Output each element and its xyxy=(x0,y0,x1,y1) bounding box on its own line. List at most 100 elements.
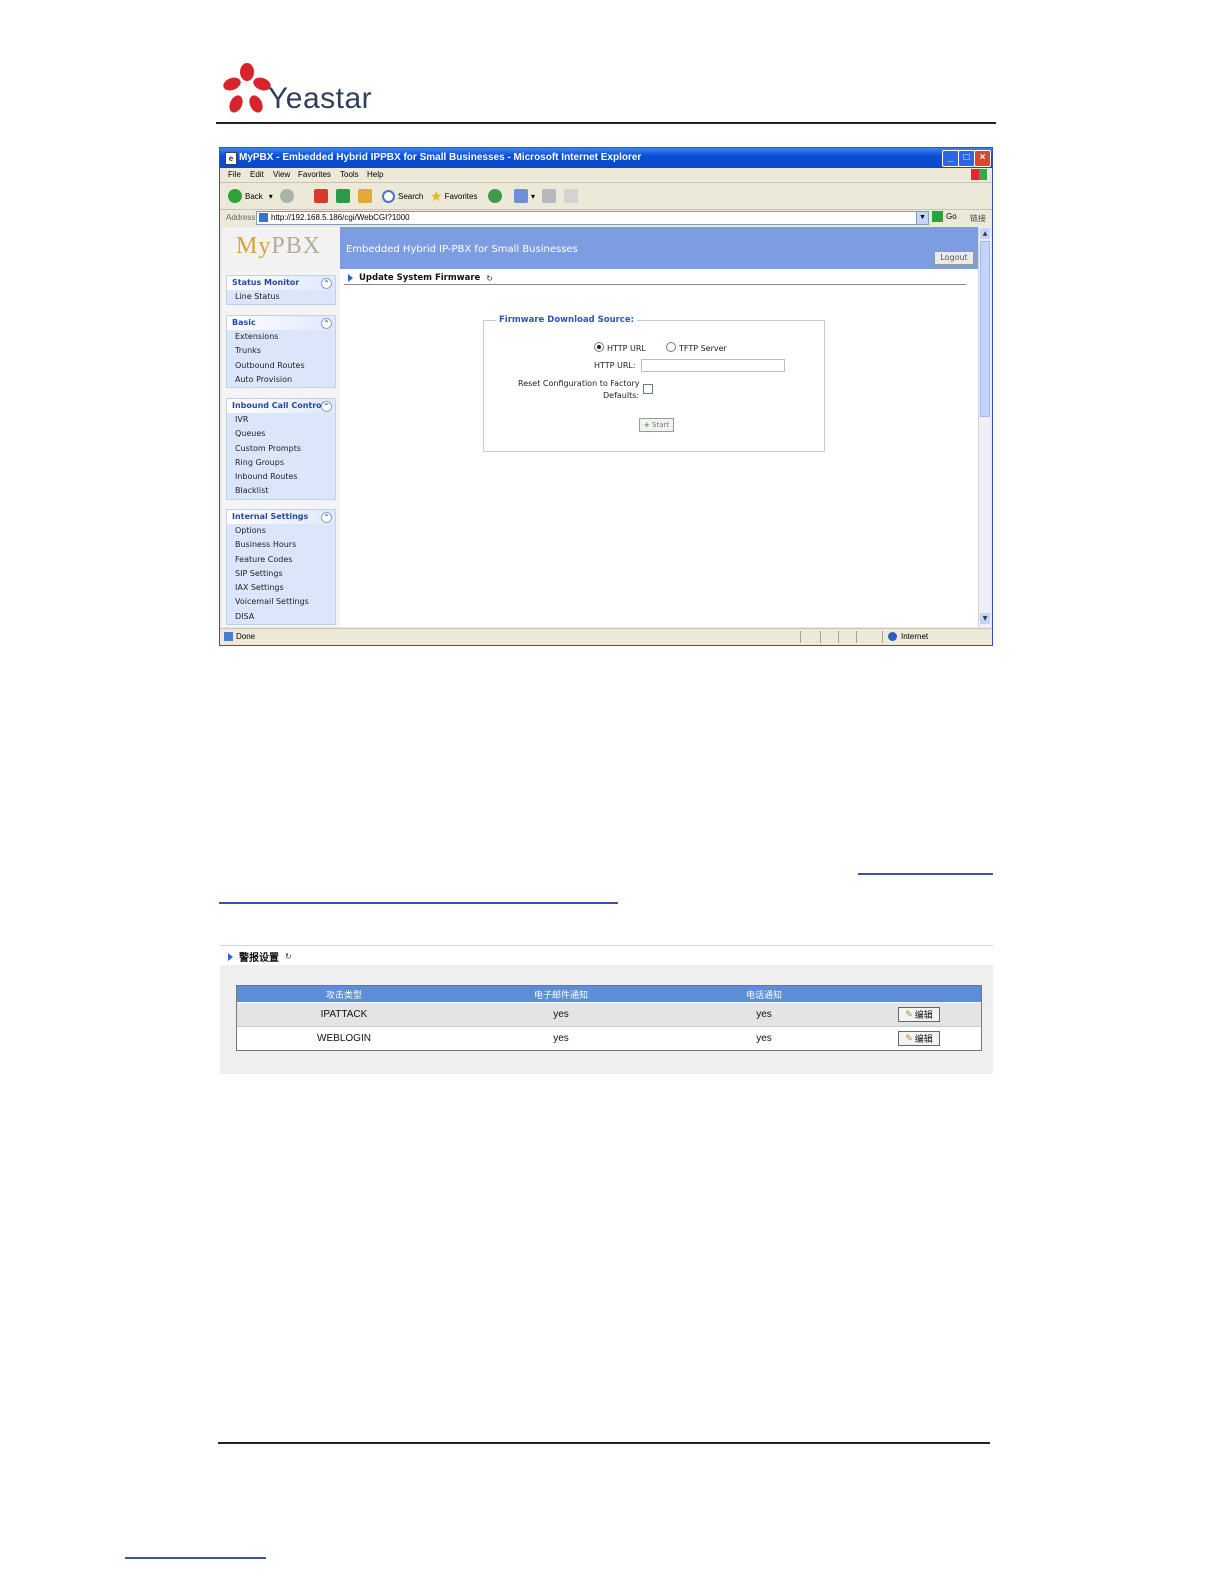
title-divider xyxy=(344,284,966,285)
address-text: http://192.168.5.186/cgi/WebCGI?1000 xyxy=(271,213,410,222)
page-title: Update System Firmware ↻ xyxy=(348,273,493,283)
footer-rule xyxy=(218,1442,990,1444)
sidebar-item-ring-groups[interactable]: Ring Groups xyxy=(227,456,335,470)
stop-button[interactable] xyxy=(314,188,331,204)
hyperlink-underline[interactable] xyxy=(858,873,993,875)
yeastar-wordmark: Yeastar xyxy=(268,82,373,115)
links-label[interactable]: 链接 xyxy=(970,213,986,224)
hyperlink-underline[interactable] xyxy=(219,902,618,904)
yeastar-flower-icon xyxy=(223,63,271,113)
internet-globe-icon xyxy=(888,632,897,641)
pencil-icon: ✎ xyxy=(905,1033,913,1043)
close-button[interactable]: × xyxy=(974,150,991,167)
sidebar-item-business-hours[interactable]: Business Hours xyxy=(227,538,335,552)
refresh-button[interactable] xyxy=(336,188,353,204)
history-button[interactable] xyxy=(488,188,505,204)
collapse-icon[interactable]: ^ xyxy=(321,318,332,329)
sidebar-item-feature-codes[interactable]: Feature Codes xyxy=(227,553,335,567)
refresh-icon[interactable]: ↻ xyxy=(285,952,292,961)
phone-cell: yes xyxy=(756,1009,772,1020)
menu-view[interactable]: View xyxy=(273,170,290,179)
browser-toolbar: Back ▾ Search ★ Favorites ▾ xyxy=(220,183,992,210)
mail-button[interactable]: ▾ xyxy=(514,188,535,204)
search-button[interactable]: Search xyxy=(382,188,423,204)
maximize-button[interactable]: □ xyxy=(958,150,975,167)
menu-favorites[interactable]: Favorites xyxy=(298,170,331,179)
scroll-down-icon[interactable]: ▼ xyxy=(980,613,990,624)
favorites-button[interactable]: ★ Favorites xyxy=(430,188,477,204)
pencil-icon: ✎ xyxy=(905,1009,913,1019)
sidebar-item-line-status[interactable]: Line Status xyxy=(227,290,335,304)
sidebar-item-iax-settings[interactable]: IAX Settings xyxy=(227,581,335,595)
home-button[interactable] xyxy=(358,188,375,204)
sidebar-item-options[interactable]: Options xyxy=(227,524,335,538)
ie-page-icon: e xyxy=(225,152,237,165)
go-button[interactable]: Go xyxy=(932,211,957,222)
http-url-radio[interactable] xyxy=(594,342,604,352)
edit-button[interactable]: ✎ 编辑 xyxy=(898,1031,940,1046)
edit-page-button[interactable] xyxy=(564,188,581,204)
vertical-scrollbar[interactable]: ▲ ▼ xyxy=(978,227,991,627)
print-button[interactable] xyxy=(542,188,559,204)
scroll-up-icon[interactable]: ▲ xyxy=(980,228,990,239)
header-rule xyxy=(216,122,996,124)
back-dropdown-icon[interactable]: ▾ xyxy=(269,192,273,201)
back-label: Back xyxy=(245,191,263,201)
firmware-legend: Firmware Download Source: xyxy=(496,315,638,325)
sidebar-item-outbound-routes[interactable]: Outbound Routes xyxy=(227,359,335,373)
back-button[interactable]: Back ▾ xyxy=(228,188,273,204)
sidebar-item-extensions[interactable]: Extensions xyxy=(227,330,335,344)
search-icon xyxy=(382,189,395,203)
sidebar-item-voicemail-settings[interactable]: Voicemail Settings xyxy=(227,595,335,609)
sidebar-item-trunks[interactable]: Trunks xyxy=(227,344,335,358)
sidebar-section-internal-settings: Internal Settings ^ Options Business Hour… xyxy=(226,509,336,626)
go-label: Go xyxy=(946,212,957,221)
column-header-attack-type: 攻击类型 xyxy=(325,990,362,1001)
collapse-icon[interactable]: ^ xyxy=(321,512,332,523)
edit-button[interactable]: ✎ 编辑 xyxy=(898,1007,940,1022)
menu-tools[interactable]: Tools xyxy=(340,170,359,179)
status-divider xyxy=(882,631,883,643)
collapse-icon[interactable]: ^ xyxy=(321,278,332,289)
tftp-server-radio[interactable] xyxy=(666,342,676,352)
menu-help[interactable]: Help xyxy=(367,170,383,179)
collapse-icon[interactable]: ^ xyxy=(321,401,332,412)
footer-link-underline[interactable] xyxy=(125,1557,266,1559)
address-dropdown-icon[interactable]: ▼ xyxy=(916,211,929,225)
menu-file[interactable]: File xyxy=(228,170,241,179)
tftp-server-option[interactable]: TFTP Server xyxy=(666,342,727,353)
edit-page-icon xyxy=(564,189,578,203)
sidebar-section-title[interactable]: Inbound Call Control ^ xyxy=(227,399,335,413)
sidebar-section-title[interactable]: Basic ^ xyxy=(227,316,335,330)
reset-factory-checkbox[interactable] xyxy=(643,384,653,394)
refresh-icon[interactable]: ↻ xyxy=(486,274,493,283)
address-input[interactable]: http://192.168.5.186/cgi/WebCGI?1000 xyxy=(256,211,928,225)
favorites-label: Favorites xyxy=(444,191,478,201)
page-viewport: MyPBX Embedded Hybrid IP-PBX for Small B… xyxy=(222,227,980,627)
menu-edit[interactable]: Edit xyxy=(250,170,264,179)
sidebar-item-disa[interactable]: DISA xyxy=(227,610,335,624)
start-button[interactable]: + Start xyxy=(639,418,674,432)
table-row: WEBLOGIN yes yes ✎ 编辑 xyxy=(237,1026,981,1050)
history-icon xyxy=(488,189,502,203)
sidebar-section-status-monitor: Status Monitor ^ Line Status xyxy=(226,275,336,306)
http-url-input[interactable] xyxy=(641,359,785,372)
status-bar: Done Internet xyxy=(220,628,992,645)
scroll-thumb[interactable] xyxy=(980,241,990,417)
table-header: 攻击类型 电子邮件通知 电话通知 xyxy=(237,986,981,1002)
sidebar-section-title[interactable]: Status Monitor ^ xyxy=(227,276,335,290)
sidebar-item-auto-provision[interactable]: Auto Provision xyxy=(227,373,335,387)
sidebar-item-ivr[interactable]: IVR xyxy=(227,413,335,427)
logout-button[interactable]: Logout xyxy=(934,251,974,265)
sidebar-item-sip-settings[interactable]: SIP Settings xyxy=(227,567,335,581)
sidebar-item-blacklist[interactable]: Blacklist xyxy=(227,484,335,498)
sidebar-section-title[interactable]: Internal Settings ^ xyxy=(227,510,335,524)
minimize-button[interactable]: _ xyxy=(942,150,959,167)
forward-button[interactable] xyxy=(280,188,297,204)
mail-icon xyxy=(514,189,528,203)
alarm-table: 攻击类型 电子邮件通知 电话通知 IPATTACK yes yes ✎ 编辑 WE… xyxy=(236,985,982,1051)
sidebar-item-inbound-routes[interactable]: Inbound Routes xyxy=(227,470,335,484)
sidebar-item-custom-prompts[interactable]: Custom Prompts xyxy=(227,442,335,456)
http-url-option[interactable]: HTTP URL xyxy=(594,342,646,353)
sidebar-item-queues[interactable]: Queues xyxy=(227,427,335,441)
